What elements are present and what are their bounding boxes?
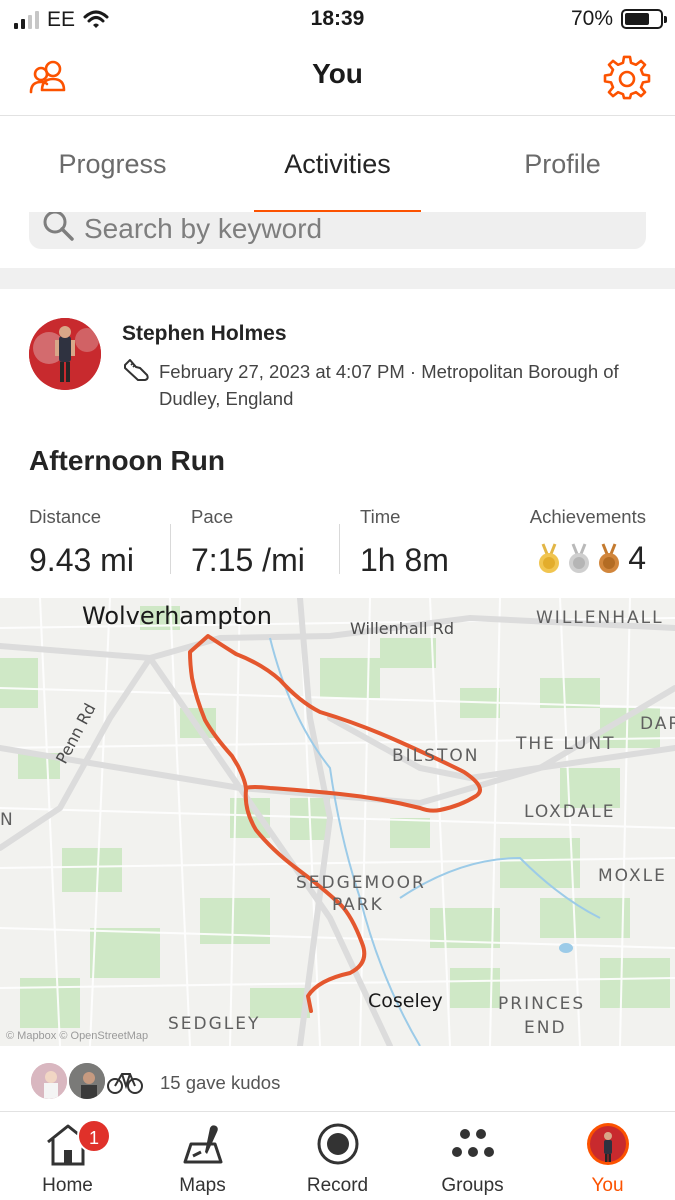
stat-divider [170, 524, 171, 574]
stat-pace: Pace 7:15 /mi [191, 506, 305, 579]
notification-badge: 1 [77, 1119, 111, 1153]
map-label-moxley: MOXLE [598, 866, 667, 886]
activity-stats: Distance 9.43 mi Pace 7:15 /mi Time 1h 8… [0, 506, 675, 579]
route-map[interactable]: Wolverhampton Willenhall Rd WILLENHALL D… [0, 598, 675, 1046]
activity-meta: February 27, 2023 at 4:07 PM · Metropoli… [159, 361, 619, 409]
stat-distance: Distance 9.43 mi [29, 506, 134, 579]
map-label-bilston: BILSTON [392, 746, 480, 766]
nav-record[interactable]: Record [270, 1112, 405, 1200]
bronze-medal-icon [599, 542, 620, 573]
nav-groups[interactable]: Groups [405, 1112, 540, 1200]
map-label-sedgemoor: SEDGEMOOR [296, 873, 426, 893]
kudos-row[interactable]: 15 gave kudos [0, 1046, 675, 1112]
nav-home[interactable]: 1 Home [0, 1112, 135, 1200]
section-divider [0, 268, 675, 289]
map-label-wolverhampton: Wolverhampton [82, 602, 272, 630]
map-label-sedgley: SEDGLEY [168, 1014, 261, 1034]
battery-percent: 70% [570, 7, 613, 30]
search-placeholder: Search by keyword [84, 213, 323, 244]
kudos-avatar [67, 1061, 107, 1101]
stat-divider [339, 524, 340, 574]
groups-icon [451, 1129, 494, 1157]
tab-bar: Progress Activities Profile [0, 117, 675, 214]
map-label-the-lunt: THE LUNT [516, 734, 616, 754]
map-label-coseley: Coseley [368, 990, 443, 1012]
settings-gear-icon[interactable] [603, 54, 651, 102]
record-icon [317, 1123, 358, 1165]
app-header: You [0, 40, 675, 116]
tab-progress[interactable]: Progress [0, 117, 225, 211]
nav-maps[interactable]: Maps [135, 1112, 270, 1200]
stat-label: Distance [29, 506, 101, 527]
achievement-count: 4 [628, 540, 646, 576]
nav-label: Record [306, 1175, 369, 1196]
search-icon [43, 212, 74, 241]
nav-label: Home [42, 1175, 93, 1196]
bike-avatar-icon [107, 1073, 143, 1094]
map-base [0, 598, 675, 1046]
athlete-avatar[interactable] [29, 318, 101, 390]
activity-title[interactable]: Afternoon Run [29, 445, 225, 477]
stat-value: 7:15 /mi [191, 542, 305, 578]
status-right: 70% [570, 7, 667, 31]
map-attribution[interactable]: © Mapbox © OpenStreetMap [6, 1030, 148, 1042]
tab-profile[interactable]: Profile [450, 117, 675, 211]
map-label-willenhall-rd: Willenhall Rd [350, 619, 454, 638]
search-input[interactable]: Search by keyword [29, 212, 646, 249]
kudos-count[interactable]: 15 gave kudos [160, 1072, 280, 1094]
stat-label: Achievements [529, 506, 646, 527]
athlete-name[interactable]: Stephen Holmes [122, 322, 287, 346]
battery-icon [621, 9, 667, 29]
map-label-loxdale: LOXDALE [524, 802, 616, 822]
nav-label: You [591, 1175, 624, 1196]
stat-label: Time [360, 506, 401, 527]
map-label-park: PARK [332, 895, 384, 915]
map-label-willenhall: WILLENHALL [536, 608, 664, 628]
gold-medal-icon [539, 542, 560, 573]
map-label-west-edge: N [0, 810, 15, 830]
search-strip: Search by keyword [0, 212, 675, 268]
map-pin-icon [183, 1125, 222, 1164]
profile-avatar-icon [586, 1123, 629, 1165]
nav-label: Maps [179, 1175, 226, 1196]
kudos-avatar [29, 1061, 69, 1101]
nav-label: Groups [441, 1175, 504, 1196]
stat-time: Time 1h 8m [360, 506, 449, 579]
nav-you[interactable]: You [540, 1112, 675, 1200]
stat-label: Pace [191, 506, 234, 527]
bottom-nav: 1 Home Maps Record Groups You [0, 1112, 675, 1200]
stat-achievements: Achievements 4 [530, 506, 646, 577]
status-bar: EE 18:39 70% [0, 0, 675, 38]
map-label-darlaston: DAR [640, 714, 675, 734]
map-label-princes: PRINCES [498, 994, 586, 1014]
running-shoe-icon [124, 359, 149, 381]
stat-value: 1h 8m [360, 542, 449, 578]
tab-activities[interactable]: Activities [225, 117, 450, 214]
stat-value: 9.43 mi [29, 542, 134, 578]
silver-medal-icon [569, 542, 590, 573]
map-label-end: END [524, 1018, 567, 1038]
page-title: You [312, 58, 363, 89]
